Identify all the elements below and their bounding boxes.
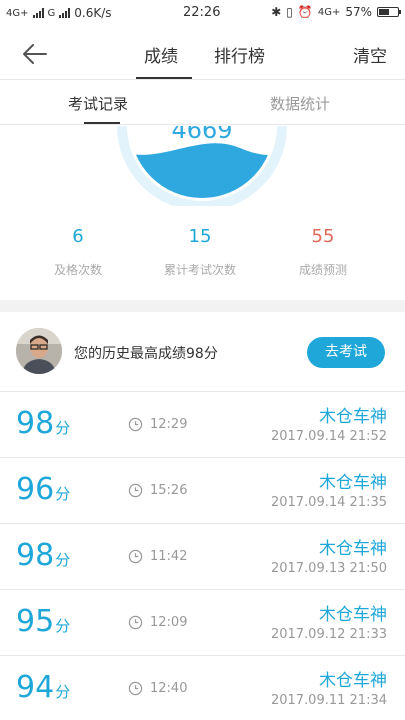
score-unit: 分 xyxy=(55,485,71,503)
network-speed: 0.6K/s xyxy=(74,6,112,20)
record-score: 95分 xyxy=(16,604,70,639)
score-number: 94 xyxy=(16,670,55,705)
clock-icon xyxy=(128,417,143,432)
score-number: 98 xyxy=(16,538,55,573)
record-score: 96分 xyxy=(16,472,70,507)
stat-label: 及格次数 xyxy=(53,263,102,277)
record-duration: 15:26 xyxy=(150,483,188,498)
stat-label: 成绩预测 xyxy=(298,263,347,277)
score-unit: 分 xyxy=(55,419,71,437)
back-arrow-icon[interactable] xyxy=(20,40,48,68)
stat-value: 55 xyxy=(311,226,335,247)
record-duration: 12:40 xyxy=(150,681,188,696)
list-item[interactable]: 98分 12:29 木仓车神 2017.09.14 21:52 xyxy=(0,392,405,458)
record-score: 98分 xyxy=(16,538,70,573)
score-unit: 分 xyxy=(55,683,71,701)
tab-ranking[interactable]: 排行榜 xyxy=(214,42,265,67)
tab-exam-records[interactable]: 考试记录 xyxy=(68,93,128,114)
list-item[interactable]: 95分 12:09 木仓车神 2017.09.12 21:33 xyxy=(0,590,405,656)
bluetooth-icon: ✱ xyxy=(271,5,282,19)
exam-record-list: 98分 12:29 木仓车神 2017.09.14 21:52 96分 15:2… xyxy=(0,392,405,720)
score-unit: 分 xyxy=(55,551,71,569)
list-item[interactable]: 94分 12:40 木仓车神 2017.09.11 21:34 xyxy=(0,656,405,720)
status-bar: 4G+ G 0.6K/s 22:26 ✱ ▯ ⏰ 4G+ 57% xyxy=(0,0,405,26)
tab-score-indicator xyxy=(136,77,192,79)
list-item[interactable]: 96分 15:26 木仓车神 2017.09.14 21:35 xyxy=(0,458,405,524)
sub-tab-indicator xyxy=(84,122,120,124)
score-number: 96 xyxy=(16,472,55,507)
record-duration: 12:09 xyxy=(150,615,188,630)
record-user: 木仓车神 xyxy=(319,671,387,691)
clock-icon xyxy=(128,681,143,696)
status-left: 4G+ G 0.6K/s xyxy=(6,6,112,20)
alarm-icon: ⏰ xyxy=(297,5,313,19)
record-score: 98分 xyxy=(16,406,70,441)
vibrate-icon: ▯ xyxy=(286,5,293,19)
list-item[interactable]: 98分 11:42 木仓车神 2017.09.13 21:50 xyxy=(0,524,405,590)
stat-label: 累计考试次数 xyxy=(163,263,236,277)
section-divider xyxy=(0,300,405,312)
record-score: 94分 xyxy=(16,670,70,705)
record-datetime: 2017.09.13 21:50 xyxy=(270,561,387,576)
record-duration: 12:29 xyxy=(150,417,188,432)
stat-value: 15 xyxy=(188,226,212,247)
record-datetime: 2017.09.12 21:33 xyxy=(270,627,387,642)
sub-tabs: 考试记录 数据统计 xyxy=(0,80,405,125)
clock-icon xyxy=(128,615,143,630)
record-datetime: 2017.09.14 21:52 xyxy=(270,429,387,444)
record-user: 木仓车神 xyxy=(319,539,387,559)
status-right: ✱ ▯ ⏰ 4G+ 57% xyxy=(271,5,401,19)
take-exam-button[interactable]: 去考试 xyxy=(307,337,385,368)
battery-fill xyxy=(379,9,390,15)
clock-icon xyxy=(128,483,143,498)
record-duration: 11:42 xyxy=(150,549,188,564)
record-user: 木仓车神 xyxy=(319,473,387,493)
record-datetime: 2017.09.14 21:35 xyxy=(270,495,387,510)
battery-icon xyxy=(377,7,401,17)
stat-score-prediction: 55 成绩预测 xyxy=(258,226,388,278)
network-type-2: G xyxy=(47,7,56,19)
battery-percent: 57% xyxy=(345,5,372,19)
score-gauge: 4669 xyxy=(0,126,405,206)
network-type-1: 4G+ xyxy=(6,7,29,19)
stats-row: 6 及格次数 15 累计考试次数 55 成绩预测 xyxy=(0,226,405,286)
stat-value: 6 xyxy=(72,226,84,247)
record-datetime: 2017.09.11 21:34 xyxy=(270,693,387,708)
score-unit: 分 xyxy=(55,617,71,635)
tab-score[interactable]: 成绩 xyxy=(144,42,178,67)
network-type-3: 4G+ xyxy=(317,6,341,18)
stat-pass-count: 6 及格次数 xyxy=(13,226,143,278)
gauge-value: 4669 xyxy=(171,126,232,144)
best-score-text: 您的历史最高成绩98分 xyxy=(74,346,218,362)
avatar[interactable] xyxy=(16,328,62,374)
record-user: 木仓车神 xyxy=(319,605,387,625)
status-time: 22:26 xyxy=(183,5,221,20)
clock-icon xyxy=(128,549,143,564)
clear-button[interactable]: 清空 xyxy=(353,42,387,67)
stat-total-exams: 15 累计考试次数 xyxy=(135,226,265,278)
avatar-image xyxy=(16,328,62,374)
gauge-graphic: 4669 xyxy=(117,126,287,206)
app-header: 成绩 排行榜 清空 xyxy=(0,26,405,80)
tab-data-statistics[interactable]: 数据统计 xyxy=(270,93,330,114)
score-number: 95 xyxy=(16,604,55,639)
record-user: 木仓车神 xyxy=(319,407,387,427)
best-score-banner: 您的历史最高成绩98分 去考试 xyxy=(0,312,405,392)
score-number: 98 xyxy=(16,406,55,441)
signal-icon-2 xyxy=(59,8,71,18)
signal-icon xyxy=(32,8,44,18)
